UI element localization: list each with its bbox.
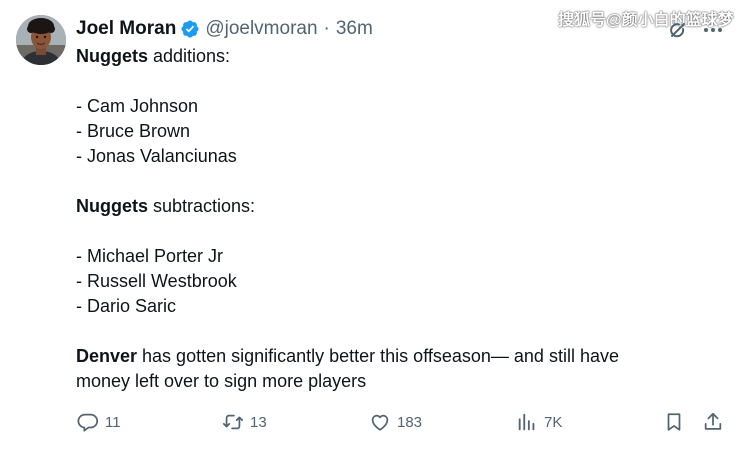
tweet-line: money left over to sign more players <box>76 369 726 394</box>
tweet-line-blank <box>76 319 726 344</box>
line-text: additions: <box>148 46 231 66</box>
line-text: - Dario Saric <box>76 296 177 316</box>
reply-icon <box>77 411 99 433</box>
line-text: subtractions: <box>148 196 256 216</box>
bold-text[interactable]: Nuggets <box>76 46 148 66</box>
line-text: - Jonas Valanciunas <box>76 146 237 166</box>
line-text: - Russell Westbrook <box>76 271 237 291</box>
tweet-line: Nuggets subtractions: <box>76 194 726 219</box>
views-button[interactable]: 7K <box>516 408 562 436</box>
line-text: - Bruce Brown <box>76 121 191 141</box>
repost-icon <box>222 411 244 433</box>
timestamp[interactable]: 36m <box>336 18 373 40</box>
tweet-line: Denver has gotten significantly better t… <box>76 344 726 369</box>
heart-icon <box>369 411 391 433</box>
views-count: 7K <box>544 413 563 431</box>
like-count: 183 <box>397 413 423 431</box>
tweet[interactable]: Joel Moran @joelvmoran · 36m 搜狐号@颜小白的篮球梦… <box>0 0 743 451</box>
line-text: money left over to sign more players <box>76 371 367 391</box>
bookmark-icon <box>663 411 685 433</box>
line-text: - Michael Porter Jr <box>76 246 224 266</box>
tweet-header: Joel Moran @joelvmoran · 36m <box>76 16 373 42</box>
tweet-line: - Russell Westbrook <box>76 269 726 294</box>
tweet-line-blank <box>76 69 726 94</box>
tweet-line-blank <box>76 219 726 244</box>
author-name[interactable]: Joel Moran <box>76 18 176 40</box>
bold-text[interactable]: Denver <box>76 346 137 366</box>
action-bar: 11 13 183 7K <box>0 408 743 436</box>
tweet-line: - Dario Saric <box>76 294 726 319</box>
repost-button[interactable]: 13 <box>222 408 267 436</box>
bold-text[interactable]: Nuggets <box>76 196 148 216</box>
repost-count: 13 <box>250 413 267 431</box>
avatar[interactable] <box>16 15 66 65</box>
share-icon <box>702 411 724 433</box>
tweet-line: - Michael Porter Jr <box>76 244 726 269</box>
line-text: has gotten significantly better this off… <box>137 346 619 366</box>
like-button[interactable]: 183 <box>369 408 422 436</box>
author-handle[interactable]: @joelvmoran <box>205 18 317 40</box>
share-button[interactable] <box>702 408 724 436</box>
tweet-line: - Cam Johnson <box>76 94 726 119</box>
avatar-image <box>16 15 66 65</box>
reply-count: 11 <box>105 413 121 431</box>
reply-button[interactable]: 11 <box>77 408 121 436</box>
separator-dot: · <box>323 18 330 39</box>
tweet-line: - Jonas Valanciunas <box>76 144 726 169</box>
views-icon <box>516 411 538 433</box>
grok-icon[interactable] <box>666 18 690 42</box>
tweet-line: - Bruce Brown <box>76 119 726 144</box>
bookmark-button[interactable] <box>663 408 685 436</box>
line-text: - Cam Johnson <box>76 96 199 116</box>
tweet-line: Nuggets additions: <box>76 44 726 69</box>
tweet-line-blank <box>76 169 726 194</box>
verified-badge-icon <box>180 19 200 39</box>
more-icon[interactable] <box>700 18 726 42</box>
tweet-text: Nuggets additions: - Cam Johnson - Bruce… <box>76 44 726 394</box>
